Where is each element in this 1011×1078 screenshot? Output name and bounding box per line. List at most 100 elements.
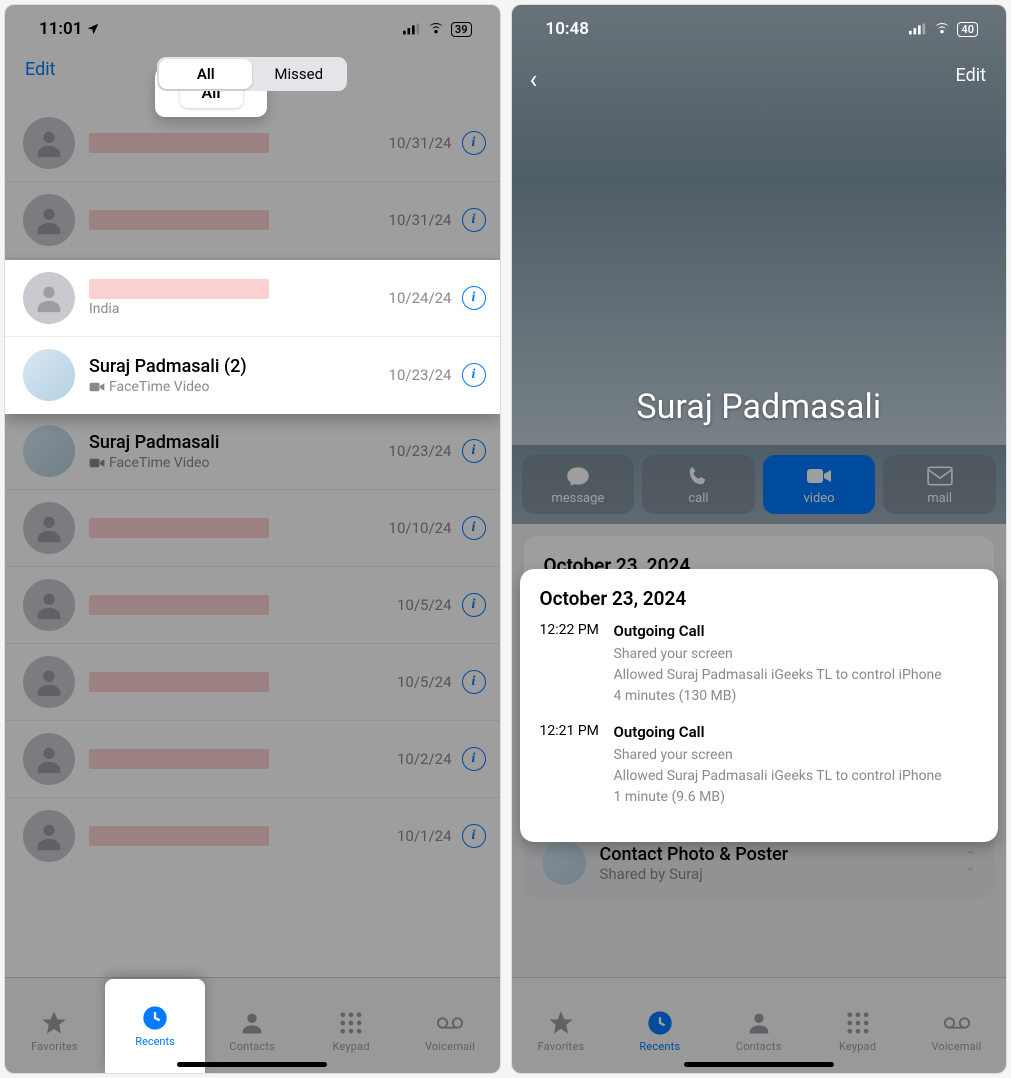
info-icon[interactable]: i xyxy=(462,593,486,617)
wifi-icon xyxy=(427,23,445,35)
avatar xyxy=(23,579,75,631)
avatar xyxy=(23,425,75,477)
info-icon[interactable]: i xyxy=(462,363,486,387)
contact-name: Suraj Padmasali xyxy=(89,432,219,453)
call-date: 10/10/24 xyxy=(389,519,462,537)
contact-name: Suraj Padmasali (2) xyxy=(89,356,247,377)
mail-button[interactable]: mail xyxy=(883,455,996,514)
avatar xyxy=(23,502,75,554)
wifi-icon xyxy=(933,23,951,35)
info-icon[interactable]: i xyxy=(462,747,486,771)
cellular-icon xyxy=(909,23,927,35)
call-row[interactable]: 10/5/24 i xyxy=(5,644,500,721)
video-icon xyxy=(89,381,105,393)
call-sub: FaceTime Video xyxy=(89,379,389,395)
location-arrow-icon xyxy=(86,22,100,36)
call-date: 10/23/24 xyxy=(389,366,462,384)
avatar xyxy=(23,733,75,785)
tab-recents-highlight: Recents xyxy=(105,979,205,1073)
home-indicator[interactable] xyxy=(684,1062,834,1067)
voicemail-icon xyxy=(943,1009,971,1037)
mail-icon xyxy=(927,465,953,487)
tab-bar: Favorites Recents Contacts Keypad Voicem… xyxy=(5,977,500,1073)
avatar xyxy=(23,194,75,246)
contact-detail-screen: 10:48 40 ‹ Edit Suraj Padmasali message … xyxy=(511,4,1008,1074)
log-card-highlight: October 23, 2024 12:22 PM Outgoing Call … xyxy=(520,569,999,842)
redacted-name xyxy=(89,595,269,615)
status-time: 11:01 xyxy=(39,19,82,39)
info-icon[interactable]: i xyxy=(462,208,486,232)
call-date: 10/5/24 xyxy=(397,596,462,614)
log-time: 12:21 PM xyxy=(540,723,604,808)
tab-voicemail[interactable]: Voicemail xyxy=(415,1009,485,1053)
avatar xyxy=(23,117,75,169)
info-icon[interactable]: i xyxy=(462,824,486,848)
call-row[interactable]: 10/1/24 i xyxy=(5,798,500,874)
redacted-name xyxy=(89,518,269,538)
back-button[interactable]: ‹ xyxy=(530,65,538,95)
call-date: 10/5/24 xyxy=(397,673,462,691)
tab-recents[interactable]: Recents xyxy=(625,1009,695,1053)
home-indicator[interactable] xyxy=(177,1062,327,1067)
redacted-name xyxy=(89,210,269,230)
message-icon xyxy=(565,465,591,487)
voicemail-icon xyxy=(436,1009,464,1037)
video-icon xyxy=(806,465,832,487)
call-button[interactable]: call xyxy=(642,455,755,514)
log-detail: Shared your screenAllowed Suraj Padmasal… xyxy=(614,745,979,808)
filter-missed[interactable]: Missed xyxy=(252,59,345,89)
call-date: 10/23/24 xyxy=(389,442,462,460)
redacted-name xyxy=(89,749,269,769)
clock-icon xyxy=(141,1004,169,1032)
filter-segmented[interactable]: All Missed xyxy=(157,57,347,91)
chevron-updown-icon: ⌃⌄ xyxy=(964,853,976,873)
tab-voicemail[interactable]: Voicemail xyxy=(922,1009,992,1053)
keypad-icon xyxy=(844,1009,872,1037)
person-icon xyxy=(745,1009,773,1037)
star-icon xyxy=(547,1009,575,1037)
call-row[interactable]: Suraj PadmasaliFaceTime Video 10/23/24 i xyxy=(5,413,500,490)
recents-screen: 11:01 39 Edit All Missed 10/31/24 i 10/3… xyxy=(4,4,501,1074)
call-row[interactable]: 10/31/24 i xyxy=(5,182,500,259)
avatar xyxy=(23,272,75,324)
log-row: 12:21 PM Outgoing Call Shared your scree… xyxy=(540,723,979,808)
call-row[interactable]: 10/10/24 i xyxy=(5,490,500,567)
redacted-name xyxy=(89,279,269,299)
status-bar: 11:01 39 xyxy=(5,5,500,47)
poster-title: Contact Photo & Poster xyxy=(600,844,951,865)
avatar xyxy=(23,349,75,401)
redacted-name xyxy=(89,826,269,846)
star-icon xyxy=(40,1009,68,1037)
tab-keypad[interactable]: Keypad xyxy=(316,1009,386,1053)
status-time: 10:48 xyxy=(546,19,589,39)
call-row[interactable]: 10/5/24 i xyxy=(5,567,500,644)
info-icon[interactable]: i xyxy=(462,670,486,694)
tab-keypad[interactable]: Keypad xyxy=(823,1009,893,1053)
video-button[interactable]: video xyxy=(763,455,876,514)
call-row[interactable]: 10/2/24 i xyxy=(5,721,500,798)
info-icon[interactable]: i xyxy=(462,286,486,310)
tab-contacts[interactable]: Contacts xyxy=(724,1009,794,1053)
info-icon[interactable]: i xyxy=(462,439,486,463)
avatar xyxy=(23,810,75,862)
phone-icon xyxy=(685,465,711,487)
call-date: 10/2/24 xyxy=(397,750,462,768)
battery-icon: 39 xyxy=(451,22,472,37)
message-button[interactable]: message xyxy=(522,455,635,514)
log-time: 12:22 PM xyxy=(540,622,604,707)
info-icon[interactable]: i xyxy=(462,131,486,155)
tab-favorites[interactable]: Favorites xyxy=(19,1009,89,1053)
edit-button[interactable]: Edit xyxy=(25,59,55,80)
info-icon[interactable]: i xyxy=(462,516,486,540)
call-row[interactable]: India 10/24/24 i xyxy=(5,260,500,337)
person-icon xyxy=(238,1009,266,1037)
recents-list[interactable]: 10/31/24 i 10/31/24 i India 10/24/24 i S… xyxy=(5,105,500,977)
call-sub: India xyxy=(89,301,389,317)
clock-icon xyxy=(646,1009,674,1037)
tab-contacts[interactable]: Contacts xyxy=(217,1009,287,1053)
redacted-name xyxy=(89,133,269,153)
call-row[interactable]: Suraj Padmasali (2) FaceTime Video 10/23/… xyxy=(5,337,500,413)
filter-all[interactable]: All xyxy=(159,59,252,89)
edit-button[interactable]: Edit xyxy=(956,65,986,86)
tab-favorites[interactable]: Favorites xyxy=(526,1009,596,1053)
